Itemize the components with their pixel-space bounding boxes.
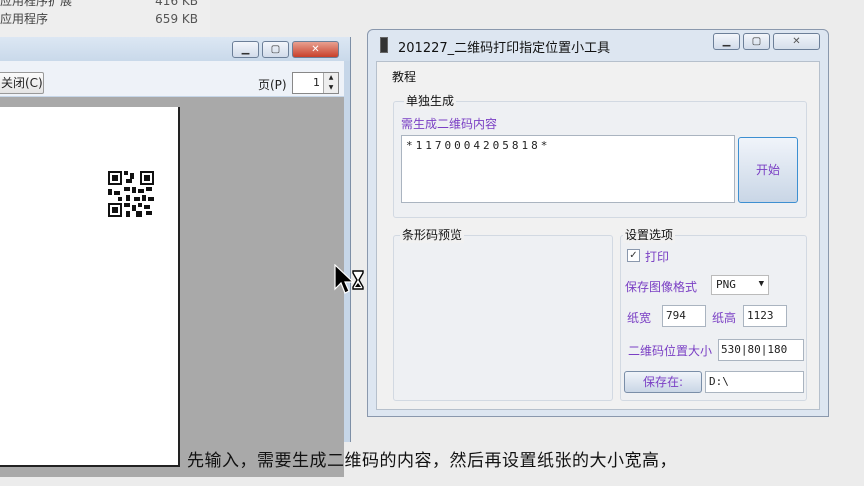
paper-height-label: 纸高 [712,311,737,325]
minimize-icon: ▁ [241,44,250,55]
print-preview-window: ▁ ▢ ✕ 关闭(C) 页(P) 1 ▲ ▼ [0,37,351,477]
qr-content-input[interactable]: *1170004205818* [401,135,735,203]
close-icon: ✕ [311,44,320,55]
image-format-value: PNG [716,278,736,291]
print-checkbox[interactable]: ✓ [627,249,640,262]
save-path-input[interactable]: D:\ [705,371,804,393]
maximize-icon: ▢ [270,44,281,55]
paper-height-input[interactable]: 1123 [743,305,787,327]
tool-client-area: 教程 单独生成 需生成二维码内容 *1170004205818* 开始 条形码预… [376,61,820,410]
page-number-value: 1 [313,76,320,89]
close-window-button[interactable]: ✕ [773,33,820,50]
minimize-button[interactable]: ▁ [713,33,740,50]
file-size: 416 KB [155,0,198,8]
qr-tool-window: 201227_二维码打印指定位置小工具 ▁ ▢ ✕ 教程 单独生成 需生成二维码… [367,29,829,417]
barcode-preview-label: 条形码预览 [400,226,465,243]
file-row[interactable]: 应用程序 659 KB [0,10,210,28]
barcode-preview-group [393,235,613,401]
minimize-icon: ▁ [722,36,731,47]
spinner-arrows-icon[interactable]: ▲ ▼ [323,73,338,93]
close-window-button[interactable]: ✕ [292,41,339,58]
print-label: 打印 [645,250,670,264]
file-explorer-list: 应用程序扩展 416 KB 应用程序 659 KB [0,0,210,40]
maximize-button[interactable]: ▢ [743,33,770,50]
file-name: 应用程序 [0,12,49,26]
file-name: 应用程序扩展 [0,0,73,8]
qr-content-label: 需生成二维码内容 [401,117,498,131]
paper-width-label: 纸宽 [627,311,652,325]
page-label: 页(P) [258,78,287,92]
video-subtitle: 先输入，需要生成二维码的内容，然后再设置纸张的大小宽高， [187,451,677,471]
app-icon [380,37,388,53]
maximize-icon: ▢ [751,36,762,47]
mouse-cursor-busy-icon [334,264,364,294]
tool-titlebar[interactable]: 201227_二维码打印指定位置小工具 ▁ ▢ ✕ [368,30,828,59]
window-title: 201227_二维码打印指定位置小工具 [398,41,611,56]
single-generate-label: 单独生成 [404,92,457,109]
preview-paper [0,107,180,467]
save-location-button[interactable]: 保存在: [624,371,702,393]
page-number-spinner[interactable]: 1 ▲ ▼ [292,72,339,94]
image-format-select[interactable]: PNG ▼ [711,275,769,295]
image-format-label: 保存图像格式 [625,280,698,294]
qr-code-image [108,171,154,217]
file-row[interactable]: 应用程序扩展 416 KB [0,0,210,10]
print-preview-titlebar[interactable]: ▁ ▢ ✕ [0,37,350,61]
close-icon: ✕ [792,36,801,47]
qr-position-input[interactable]: 530|80|180 [718,339,804,361]
start-button[interactable]: 开始 [738,137,798,203]
file-size: 659 KB [155,12,198,26]
minimize-button[interactable]: ▁ [232,41,259,58]
settings-label: 设置选项 [623,226,676,243]
paper-width-input[interactable]: 794 [662,305,706,327]
chevron-down-icon: ▼ [758,279,764,289]
maximize-button[interactable]: ▢ [262,41,289,58]
tab-tutorial[interactable]: 教程 [392,68,416,85]
close-preview-button[interactable]: 关闭(C) [0,72,44,94]
qr-position-label: 二维码位置大小 [628,344,713,358]
